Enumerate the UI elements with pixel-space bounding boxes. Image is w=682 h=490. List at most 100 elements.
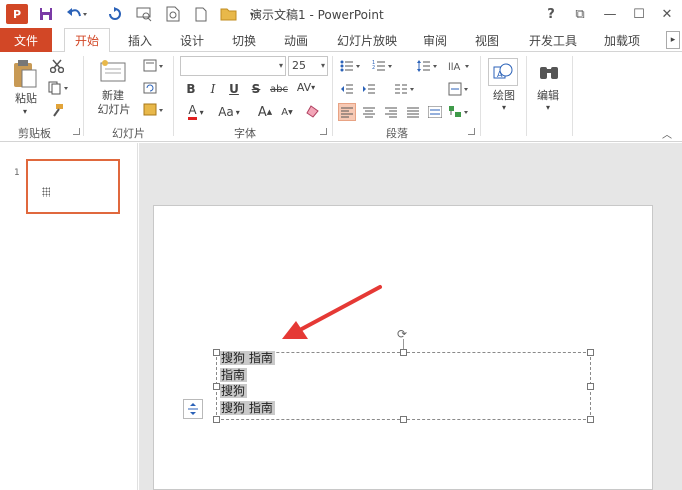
numbering-icon[interactable]: 12 [370, 57, 396, 75]
tab-transitions[interactable]: 切换 [222, 28, 266, 52]
tab-review[interactable]: 审阅 [414, 28, 456, 52]
redo-icon[interactable] [104, 4, 124, 24]
editing-dropdown-icon[interactable]: ▾ [543, 103, 553, 112]
align-text-icon[interactable] [446, 80, 472, 98]
align-center-button[interactable] [360, 103, 378, 121]
increase-indent-icon[interactable] [360, 80, 378, 98]
slide-number: 1 [14, 168, 20, 178]
text-line[interactable]: 指南 [220, 367, 275, 384]
save-icon[interactable] [36, 4, 56, 24]
clipboard-launcher-icon[interactable] [73, 128, 80, 135]
cut-icon[interactable] [48, 57, 66, 75]
group-separator [526, 56, 527, 136]
strikethrough-button[interactable]: abc [267, 80, 291, 98]
collapse-ribbon-icon[interactable]: ︿ [662, 126, 672, 141]
shapes-icon[interactable]: A [488, 58, 518, 86]
tab-scroll-right-icon[interactable]: ▸ [666, 31, 680, 49]
decrease-indent-icon[interactable] [338, 80, 356, 98]
align-right-button[interactable] [382, 103, 400, 121]
change-case-button[interactable]: Aa ▾ [214, 103, 244, 121]
svg-text:A: A [497, 70, 503, 79]
bullets-icon[interactable] [338, 57, 364, 75]
tab-home[interactable]: 开始 [64, 28, 110, 53]
format-painter-icon[interactable] [48, 101, 66, 119]
text-box-content[interactable]: 搜狗 指南 指南 搜狗 搜狗 指南 [220, 350, 275, 416]
open-icon[interactable] [218, 4, 240, 24]
ribbon-tabs: 文件 开始 插入 设计 切换 动画 幻灯片放映 审阅 视图 开发工具 加载项 ▸ [0, 28, 682, 53]
new-slide-icon[interactable] [98, 58, 128, 86]
paragraph-launcher-icon[interactable] [468, 128, 475, 135]
tab-addins[interactable]: 加载项 [594, 28, 650, 52]
columns-icon[interactable] [392, 80, 418, 98]
print-preview-icon[interactable] [163, 4, 183, 24]
font-size-combo[interactable]: 25 ▾ [288, 56, 328, 76]
close-icon[interactable]: ✕ [656, 4, 678, 24]
underline-button[interactable]: U [225, 80, 243, 98]
grow-font-button[interactable]: A ▲ [256, 103, 274, 121]
undo-icon[interactable] [64, 4, 90, 24]
resize-handle[interactable] [213, 349, 220, 356]
text-line[interactable]: 搜狗 指南 [220, 400, 275, 417]
tab-file[interactable]: 文件 [0, 28, 52, 52]
resize-handle[interactable] [587, 383, 594, 390]
new-icon[interactable] [192, 4, 210, 24]
tab-view[interactable]: 视图 [466, 28, 508, 52]
tab-slideshow[interactable]: 幻灯片放映 [330, 28, 404, 52]
layout-icon[interactable] [141, 57, 167, 75]
autofit-options-icon[interactable] [183, 399, 203, 419]
new-slide-label-line1[interactable]: 新建 [92, 89, 134, 103]
tab-developer[interactable]: 开发工具 [520, 28, 586, 52]
present-icon[interactable] [134, 4, 154, 24]
clear-formatting-icon[interactable] [304, 103, 322, 121]
title-bar: P ▾ 演示文稿1 - PowerPoint ? ⧉ — ☐ ✕ [0, 0, 682, 28]
maximize-icon[interactable]: ☐ [628, 4, 650, 24]
powerpoint-app-icon[interactable]: P [6, 4, 28, 24]
resize-handle[interactable] [587, 416, 594, 423]
tab-insert[interactable]: 插入 [118, 28, 162, 52]
drawing-label[interactable]: 绘图 [488, 89, 520, 103]
resize-handle[interactable] [587, 349, 594, 356]
character-spacing-button[interactable]: AV ▾ [293, 78, 319, 96]
font-launcher-icon[interactable] [320, 128, 327, 135]
italic-button[interactable]: I [204, 80, 222, 98]
window-title: 演示文稿1 - PowerPoint [250, 8, 384, 22]
justify-button[interactable] [404, 103, 422, 121]
resize-handle[interactable] [213, 383, 220, 390]
resize-handle[interactable] [213, 416, 220, 423]
annotation-arrow [282, 285, 382, 339]
font-name-combo[interactable]: ▾ [180, 56, 286, 76]
paste-icon[interactable] [10, 58, 40, 90]
ribbon-display-icon[interactable]: ⧉ [569, 4, 591, 24]
new-slide-label-line2[interactable]: 幻灯片 [88, 103, 140, 117]
drawing-dropdown-icon[interactable]: ▾ [499, 103, 509, 112]
help-icon[interactable]: ? [540, 4, 562, 24]
rotate-handle-icon[interactable]: ⟳ [397, 328, 409, 340]
shadow-button[interactable]: S [247, 80, 265, 98]
shrink-font-button[interactable]: A ▼ [278, 103, 296, 121]
resize-handle[interactable] [400, 416, 407, 423]
binoculars-icon[interactable] [534, 58, 564, 86]
slide-thumbnail[interactable] [26, 159, 120, 214]
section-icon[interactable] [141, 101, 167, 119]
text-line[interactable]: 搜狗 指南 [220, 350, 275, 367]
resize-handle[interactable] [400, 349, 407, 356]
ribbon-home: 粘贴 ▾ 剪贴板 新建 幻灯片 幻灯片 ▾ 25 ▾ B I U S abc AV… [0, 52, 682, 142]
distributed-button[interactable] [426, 103, 444, 121]
tab-animations[interactable]: 动画 [274, 28, 318, 52]
smartart-icon[interactable] [446, 103, 472, 121]
text-direction-icon[interactable]: llA [446, 57, 472, 75]
bold-button[interactable]: B [182, 80, 200, 98]
font-size-dropdown-icon[interactable]: ▾ [321, 57, 325, 75]
font-name-dropdown-icon[interactable]: ▾ [279, 57, 283, 75]
reset-icon[interactable] [141, 79, 159, 97]
editing-label[interactable]: 编辑 [532, 89, 564, 103]
tab-design[interactable]: 设计 [170, 28, 214, 52]
line-spacing-icon[interactable] [414, 57, 440, 75]
minimize-icon[interactable]: — [599, 4, 621, 24]
align-left-button[interactable] [338, 103, 356, 121]
copy-icon[interactable] [46, 79, 72, 97]
paste-label[interactable]: 粘贴 [12, 92, 40, 106]
paste-dropdown-icon[interactable]: ▾ [20, 107, 30, 116]
font-color-button[interactable]: A ▾ [182, 103, 210, 121]
text-line[interactable]: 搜狗 [220, 383, 275, 400]
